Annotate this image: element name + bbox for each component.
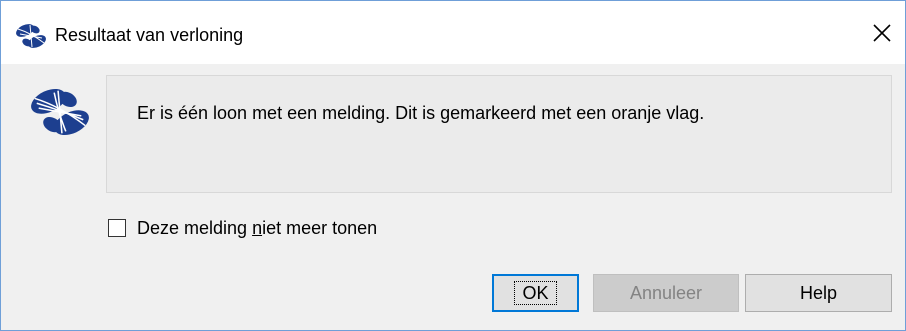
cancel-button[interactable]: Annuleer <box>593 274 739 312</box>
dont-show-again-checkbox[interactable] <box>108 219 126 237</box>
window-title: Resultaat van verloning <box>55 25 244 45</box>
butterfly-logo-icon <box>16 24 46 48</box>
message-panel: Er is één loon met een melding. Dit is g… <box>106 75 892 193</box>
dialog-window: Resultaat van verloning Er is één loon m… <box>0 0 906 331</box>
butterfly-logo-icon <box>31 88 89 136</box>
cancel-button-label: Annuleer <box>629 282 703 303</box>
label-part-after: iet meer tonen <box>262 218 378 238</box>
help-button[interactable]: Help <box>745 274 892 312</box>
help-button-label: Help <box>799 282 838 303</box>
ok-button-label: OK <box>514 281 557 305</box>
close-button[interactable] <box>859 11 905 55</box>
title-bar[interactable]: Resultaat van verloning <box>1 1 905 64</box>
close-icon <box>873 24 891 42</box>
dialog-body: Er is één loon met een melding. Dit is g… <box>1 64 905 330</box>
label-mnemonic: n <box>252 218 263 238</box>
message-text: Er is één loon met een melding. Dit is g… <box>137 103 705 123</box>
dont-show-again-label[interactable]: Deze melding niet meer tonen <box>137 217 377 239</box>
ok-button[interactable]: OK <box>492 274 579 312</box>
dont-show-again-option[interactable]: Deze melding niet meer tonen <box>108 217 377 239</box>
label-part-before: Deze melding <box>137 218 253 238</box>
